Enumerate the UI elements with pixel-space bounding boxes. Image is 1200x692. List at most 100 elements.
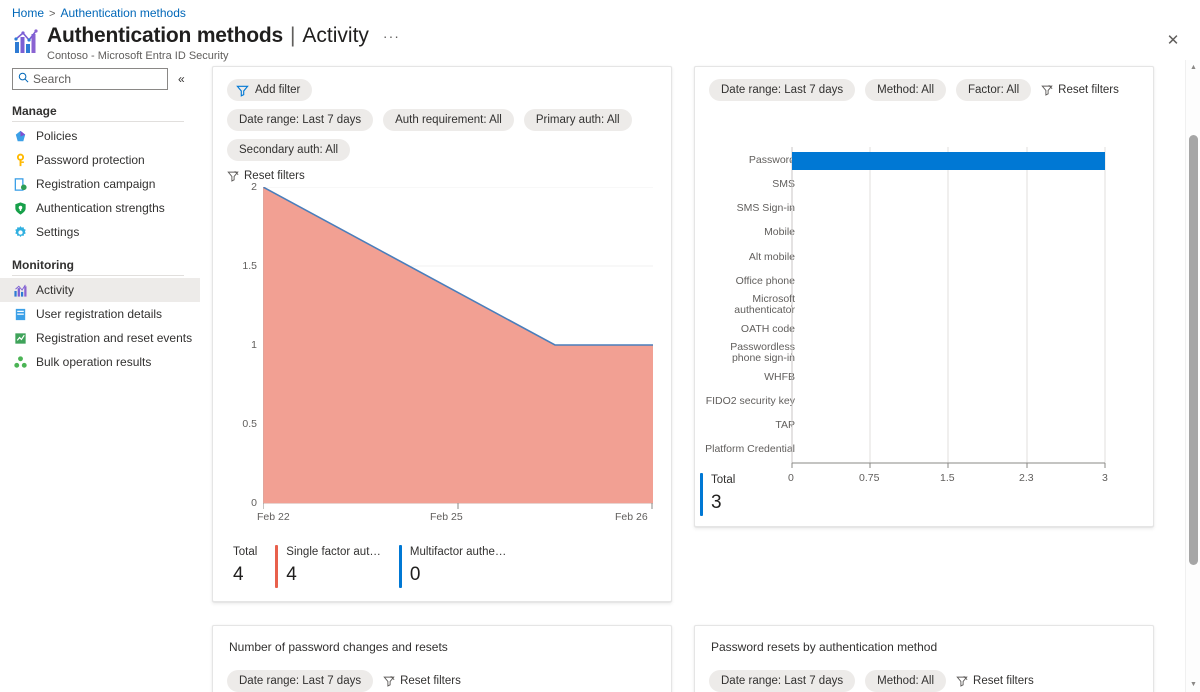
scroll-down-arrow-icon[interactable]: ▼ — [1186, 677, 1200, 692]
kpi-single-factor: Single factor aut… 4 — [275, 545, 399, 588]
events-icon — [12, 330, 28, 346]
scroll-up-arrow-icon[interactable]: ▲ — [1186, 60, 1200, 75]
filter-chip-secondary-auth[interactable]: Secondary auth: All — [227, 139, 351, 161]
registration-campaign-icon — [12, 176, 28, 192]
key-icon — [12, 152, 28, 168]
methods-kpi-row: Total 3 — [700, 473, 753, 516]
page-subtitle-activity: Activity — [302, 24, 369, 47]
sidebar-item-label: User registration details — [36, 307, 163, 321]
sidebar-item-bulk-operation-results[interactable]: Bulk operation results — [0, 350, 200, 374]
pwreset-filter-row: Date range: Last 7 days Method: All Rese… — [695, 654, 1153, 692]
chip-label: Primary auth: All — [535, 114, 620, 126]
more-options-button[interactable]: ··· — [383, 28, 400, 44]
reset-filters-label: Reset filters — [400, 675, 461, 687]
sidebar-item-settings[interactable]: Settings — [0, 220, 200, 244]
filter-chip-date-range[interactable]: Date range: Last 7 days — [227, 670, 374, 692]
chip-label: Date range: Last 7 days — [721, 675, 844, 687]
search-placeholder-text: Search — [33, 72, 72, 86]
x-axis-tick: 2.3 — [1019, 472, 1034, 484]
y-axis-tick: 2 — [251, 181, 257, 193]
filter-chip-method[interactable]: Method: All — [865, 79, 947, 101]
reset-filters-button[interactable]: Reset filters — [383, 675, 461, 687]
vertical-scrollbar[interactable]: ▲ ▼ — [1185, 60, 1200, 692]
password-resets-by-method-card: Password resets by authentication method… — [694, 625, 1154, 692]
sidebar-item-registration-and-reset-events[interactable]: Registration and reset events — [0, 326, 200, 350]
shield-icon — [12, 200, 28, 216]
chip-label: Method: All — [877, 675, 935, 687]
kpi-total: Total 3 — [700, 473, 753, 516]
bar-category-label: TAP — [775, 419, 795, 431]
methods-filter-chips: Date range: Last 7 days Method: All Fact… — [695, 67, 1153, 101]
y-axis-tick: 1 — [251, 339, 257, 351]
sidebar-item-registration-campaign[interactable]: Registration campaign — [0, 172, 200, 196]
pwchange-filter-row: Date range: Last 7 days Reset filters — [213, 654, 671, 692]
bulk-operations-icon — [12, 354, 28, 370]
filter-chip-method[interactable]: Method: All — [865, 670, 947, 692]
y-axis-tick: 1.5 — [242, 260, 257, 272]
reset-filters-label: Reset filters — [1058, 84, 1119, 96]
search-input[interactable]: Search — [12, 68, 168, 90]
reset-filters-button[interactable]: Reset filters — [1041, 84, 1119, 96]
sidebar-item-policies[interactable]: Policies — [0, 124, 200, 148]
filter-chip-factor[interactable]: Factor: All — [956, 79, 1032, 101]
bar-category-label: SMS — [772, 178, 795, 190]
kpi-total: Total 4 — [233, 545, 275, 588]
area-chart-plot — [263, 187, 653, 509]
search-icon — [18, 72, 29, 86]
auth-methods-bar-chart: Password SMS SMS Sign-in Mobile Alt mobi… — [695, 107, 1155, 487]
add-filter-label: Add filter — [255, 84, 301, 96]
sidebar-item-user-registration-details[interactable]: User registration details — [0, 302, 200, 326]
kpi-value: 3 — [711, 492, 722, 513]
close-icon[interactable]: ✕ — [1162, 29, 1184, 51]
bar-category-label: Office phone — [735, 275, 795, 287]
chip-label: Factor: All — [968, 84, 1020, 96]
chip-label: Secondary auth: All — [239, 144, 339, 156]
filter-chip-date-range[interactable]: Date range: Last 7 days — [227, 109, 374, 131]
sidebar-item-label: Bulk operation results — [36, 355, 152, 369]
page-title: Authentication methods — [47, 24, 283, 47]
add-filter-button[interactable]: Add filter — [227, 79, 313, 101]
signins-reset-row: Reset filters — [213, 161, 671, 182]
collapse-sidebar-button[interactable]: « — [178, 72, 185, 86]
x-axis-tick: 3 — [1102, 472, 1108, 484]
sidebar-item-label: Password protection — [36, 153, 145, 167]
bar-category-label: WHFB — [764, 371, 795, 383]
breadcrumb-authentication-methods[interactable]: Authentication methods — [60, 6, 185, 20]
policies-icon — [12, 128, 28, 144]
password-changes-card: Number of password changes and resets Da… — [212, 625, 672, 692]
activity-chart-icon — [12, 28, 40, 56]
filter-chip-date-range[interactable]: Date range: Last 7 days — [709, 670, 856, 692]
sidebar-item-label: Authentication strengths — [36, 201, 165, 215]
tenant-subtitle: Contoso - Microsoft Entra ID Security — [47, 50, 229, 62]
reset-filters-button[interactable]: Reset filters — [956, 675, 1034, 687]
kpi-value: 4 — [286, 564, 297, 585]
sidebar-item-label: Registration and reset events — [36, 331, 193, 345]
signins-activity-card: Add filter Date range: Last 7 days Auth … — [212, 66, 672, 602]
gear-icon — [12, 224, 28, 240]
signins-filter-chips: Date range: Last 7 days Auth requirement… — [213, 101, 671, 161]
page-title-block: Authentication methods | Activity ··· Co… — [12, 24, 400, 62]
sidebar-group-manage-label: Manage — [12, 104, 57, 118]
signins-addfilter-row: Add filter — [213, 67, 671, 101]
signins-area-chart: 2 1.5 1 0.5 0 Feb 22 Feb 25 Feb 26 — [227, 181, 657, 587]
bar-category-label: OATH code — [740, 323, 795, 335]
breadcrumb: Home > Authentication methods — [12, 6, 186, 21]
reset-filter-icon — [956, 675, 968, 687]
sidebar-item-password-protection[interactable]: Password protection — [0, 148, 200, 172]
bar-category-label: Mobile — [764, 226, 795, 238]
scrollbar-thumb[interactable] — [1189, 135, 1198, 565]
filter-chip-primary-auth[interactable]: Primary auth: All — [523, 109, 632, 131]
sidebar-group-monitoring-label: Monitoring — [12, 258, 74, 272]
filter-chip-date-range[interactable]: Date range: Last 7 days — [709, 79, 856, 101]
breadcrumb-separator: > — [49, 8, 56, 20]
breadcrumb-home[interactable]: Home — [12, 6, 44, 20]
filter-chip-auth-requirement[interactable]: Auth requirement: All — [383, 109, 514, 131]
bar-category-label: SMS Sign-in — [736, 202, 795, 214]
user-registration-icon — [12, 306, 28, 322]
sidebar-item-label: Settings — [36, 225, 80, 239]
sidebar-item-activity[interactable]: Activity — [0, 278, 200, 302]
sidebar: Search « Manage Policies Password protec… — [0, 68, 200, 468]
sidebar-item-authentication-strengths[interactable]: Authentication strengths — [0, 196, 200, 220]
x-axis-tick: 0.75 — [859, 472, 880, 484]
card-title: Number of password changes and resets — [229, 640, 448, 654]
